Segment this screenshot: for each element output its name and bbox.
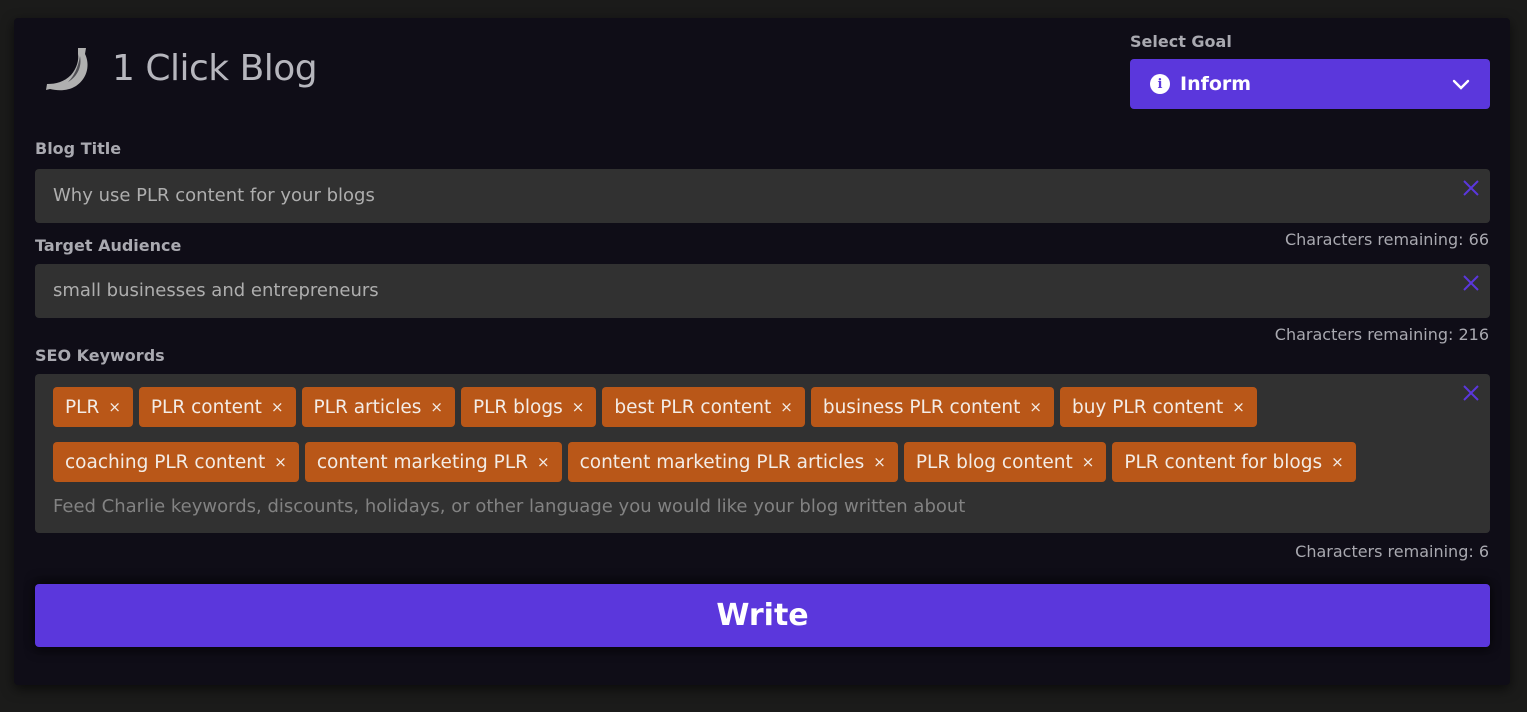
seo-keywords-input[interactable]: PLR × PLR content × PLR articles × PLR blogs × b… [35, 374, 1490, 533]
remove-tag-icon[interactable]: × [537, 453, 550, 471]
remove-tag-icon[interactable]: × [873, 453, 886, 471]
keyword-tag: content marketing PLR × [304, 442, 562, 482]
keyword-tag: buy PLR content × [1059, 387, 1257, 427]
keyword-tag: best PLR content × [602, 387, 805, 427]
keyword-tag: PLR articles × [301, 387, 455, 427]
keyword-tag-label: content marketing PLR [316, 451, 528, 473]
keyword-tag-label: PLR content [150, 396, 262, 418]
remove-tag-icon[interactable]: × [1082, 453, 1095, 471]
goal-selected-value: Inform [1180, 73, 1252, 95]
keyword-tag-label: business PLR content [822, 396, 1021, 418]
target-audience-label: Target Audience [35, 236, 182, 255]
remove-tag-icon[interactable]: × [108, 398, 121, 416]
keyword-tag-label: best PLR content [614, 396, 772, 418]
info-icon: i [1150, 74, 1170, 94]
remove-tag-icon[interactable]: × [1331, 453, 1344, 471]
goal-select[interactable]: i Inform [1130, 59, 1490, 109]
remove-tag-icon[interactable]: × [430, 398, 443, 416]
keyword-tag: PLR content × [138, 387, 296, 427]
remove-tag-icon[interactable]: × [572, 398, 585, 416]
keyword-tag-label: content marketing PLR articles [579, 451, 865, 473]
keyword-tag: PLR blog content × [903, 442, 1107, 482]
clear-target-audience-icon[interactable] [1462, 274, 1480, 292]
keyword-tag: content marketing PLR articles × [567, 442, 898, 482]
blog-title-input[interactable]: Why use PLR content for your blogs [35, 169, 1490, 223]
keyword-tag: PLR × [53, 387, 133, 427]
banana-icon [46, 48, 88, 91]
keyword-tag-label: PLR blog content [915, 451, 1073, 473]
keyword-tag: PLR blogs × [460, 387, 597, 427]
keyword-tag-label: PLR [65, 396, 100, 418]
remove-tag-icon[interactable]: × [271, 398, 284, 416]
blog-title-value: Why use PLR content for your blogs [53, 185, 375, 206]
goal-label: Select Goal [1130, 32, 1232, 51]
write-button[interactable]: Write [35, 584, 1490, 647]
keywords-placeholder[interactable]: Feed Charlie keywords, discounts, holida… [53, 496, 965, 517]
seo-keywords-counter: Characters remaining: 6 [1295, 542, 1489, 561]
target-audience-counter: Characters remaining: 216 [1274, 325, 1489, 344]
chevron-down-icon [1452, 79, 1470, 90]
remove-tag-icon[interactable]: × [1232, 398, 1245, 416]
blog-title-counter: Characters remaining: 66 [1284, 230, 1489, 249]
target-audience-value: small businesses and entrepreneurs [53, 280, 379, 301]
clear-blog-title-icon[interactable] [1462, 179, 1480, 197]
keyword-tag: business PLR content × [810, 387, 1054, 427]
keyword-tag-label: PLR blogs [472, 396, 563, 418]
target-audience-input[interactable]: small businesses and entrepreneurs [35, 264, 1490, 318]
remove-tag-icon[interactable]: × [274, 453, 287, 471]
remove-tag-icon[interactable]: × [1029, 398, 1042, 416]
keyword-tag: coaching PLR content × [53, 442, 299, 482]
keyword-tag-label: coaching PLR content [65, 451, 266, 473]
blog-title-label: Blog Title [35, 139, 122, 158]
keyword-tag-label: buy PLR content [1071, 396, 1224, 418]
keyword-tag-label: PLR articles [313, 396, 422, 418]
keyword-tag: PLR content for blogs × [1112, 442, 1356, 482]
app-title: 1 Click Blog [112, 47, 318, 89]
remove-tag-icon[interactable]: × [780, 398, 793, 416]
seo-keywords-label: SEO Keywords [35, 346, 165, 365]
keyword-tag-list: PLR × PLR content × PLR articles × PLR blogs × b… [53, 387, 1440, 482]
keyword-tag-label: PLR content for blogs [1124, 451, 1323, 473]
clear-keywords-icon[interactable] [1462, 384, 1480, 402]
app-logo: 1 Click Blog [44, 42, 318, 94]
